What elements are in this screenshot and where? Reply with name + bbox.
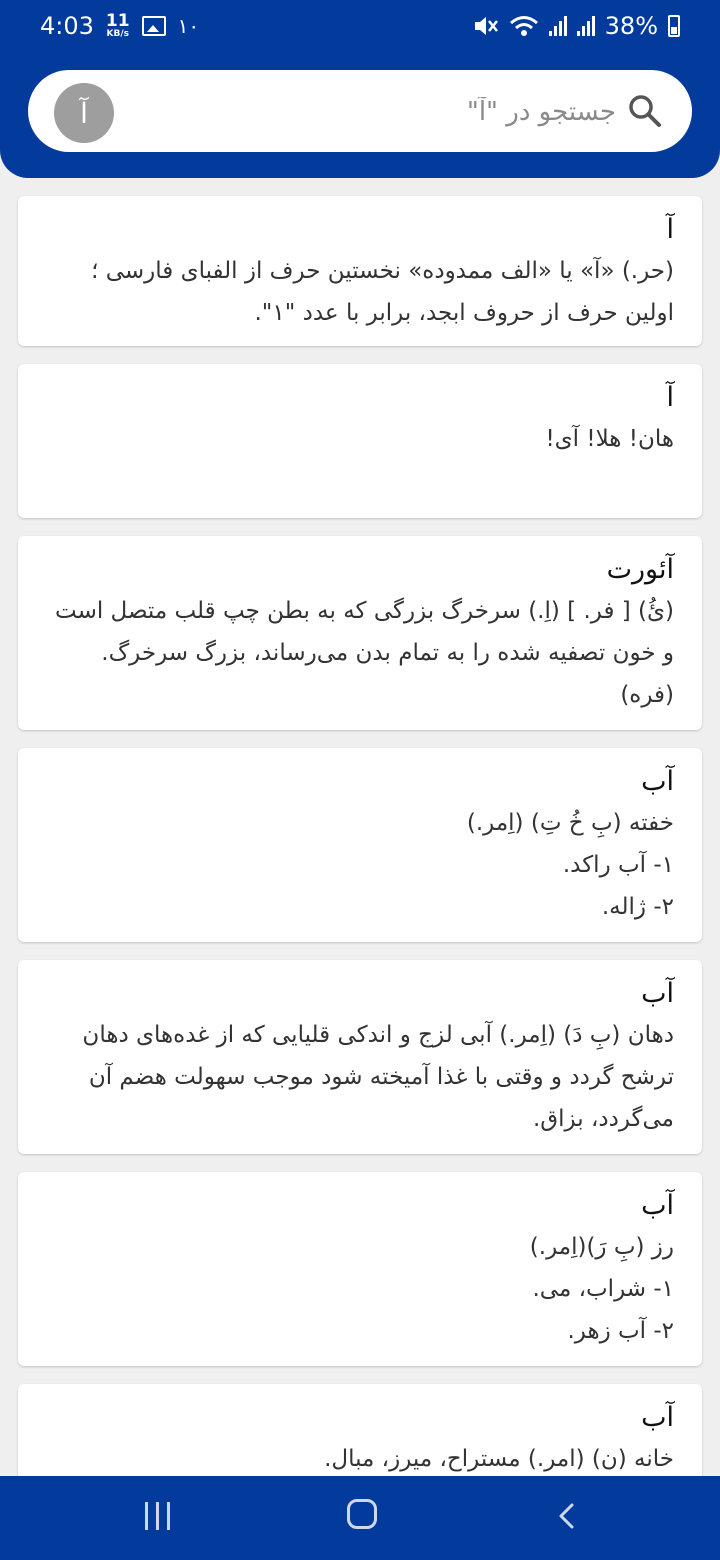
system-nav-bar [0,1476,720,1560]
signal-icon [548,16,567,36]
entry-definition: (ئُ) [ فر. ] (اِ.) سرخرگ بزرگی که به بطن… [54,598,674,708]
entry-line: ۲- ژاله. [601,894,674,920]
list-item[interactable]: آب دهان (بِ دَ) (اِمر.) آبی لزج و اندکی … [18,960,702,1154]
net-speed-value: 11 [105,11,130,31]
entry-definition: دهان (بِ دَ) (اِمر.) آبی لزج و اندکی قلی… [82,1022,674,1132]
entry-term: آب [641,1402,674,1433]
entry-line: خفته (بِ خُ تِ) (اِمر.) [466,810,674,836]
list-item[interactable]: آب خفته (بِ خُ تِ) (اِمر.) ۱- آب راکد. ۲… [18,748,702,942]
entry-term: آب [641,766,674,797]
status-right: 38% [473,12,680,40]
net-speed-unit: KB/s [106,29,129,39]
battery-icon [668,15,680,37]
status-time: 4:03 [40,12,94,40]
entry-definition: (حر.) «آ» یا «الف ممدوده» نخستین حرف از … [91,258,674,326]
status-left: 4:03 11 KB/s ۱۰ [40,12,199,40]
entry-definition: هان! هلا! آی! [545,426,674,452]
home-icon[interactable] [347,1499,377,1529]
search-bar[interactable]: آ [28,70,692,152]
battery-percent: 38% [604,12,658,40]
recent-apps-icon[interactable] [145,1502,170,1530]
entry-line: ۱- آب راکد. [562,852,674,878]
gallery-icon [141,16,166,36]
avatar[interactable]: آ [54,83,114,143]
avatar-letter: آ [80,96,88,130]
list-item[interactable]: آ (حر.) «آ» یا «الف ممدوده» نخستین حرف ا… [18,196,702,346]
entry-term: آ [666,214,674,245]
entry-term: آب [641,1190,674,1221]
entry-line: ۲- آب زهر. [567,1318,674,1344]
notification-count: ۱۰ [177,14,200,38]
net-speed: 11 KB/s [106,13,130,39]
entry-list: آ (حر.) «آ» یا «الف ممدوده» نخستین حرف ا… [18,196,702,1522]
app-header: 4:03 11 KB/s ۱۰ 38% آ جستجو در "آ" [0,0,720,178]
entry-line: رز (بِ رَ)(اِمر.) [529,1234,674,1260]
mute-icon [474,17,498,35]
signal-icon-2 [576,16,595,36]
list-item[interactable]: آ هان! هلا! آی! [18,364,702,518]
entry-term: آئورت [606,554,674,585]
wifi-icon [509,16,538,36]
back-icon[interactable] [553,1502,581,1530]
entry-definition: خانه (ن) (امر.) مستراح، میرز، مبال. [324,1446,674,1472]
list-item[interactable]: آئورت (ئُ) [ فر. ] (اِ.) سرخرگ بزرگی که … [18,536,702,730]
entry-line: ۱- شراب، می. [532,1276,674,1302]
search-icon[interactable] [628,94,662,128]
entry-term: آب [641,978,674,1009]
list-item[interactable]: آب رز (بِ رَ)(اِمر.) ۱- شراب، می. ۲- آب … [18,1172,702,1366]
search-input[interactable] [138,86,618,138]
entry-term: آ [666,382,674,413]
status-bar: 4:03 11 KB/s ۱۰ 38% [0,0,720,56]
